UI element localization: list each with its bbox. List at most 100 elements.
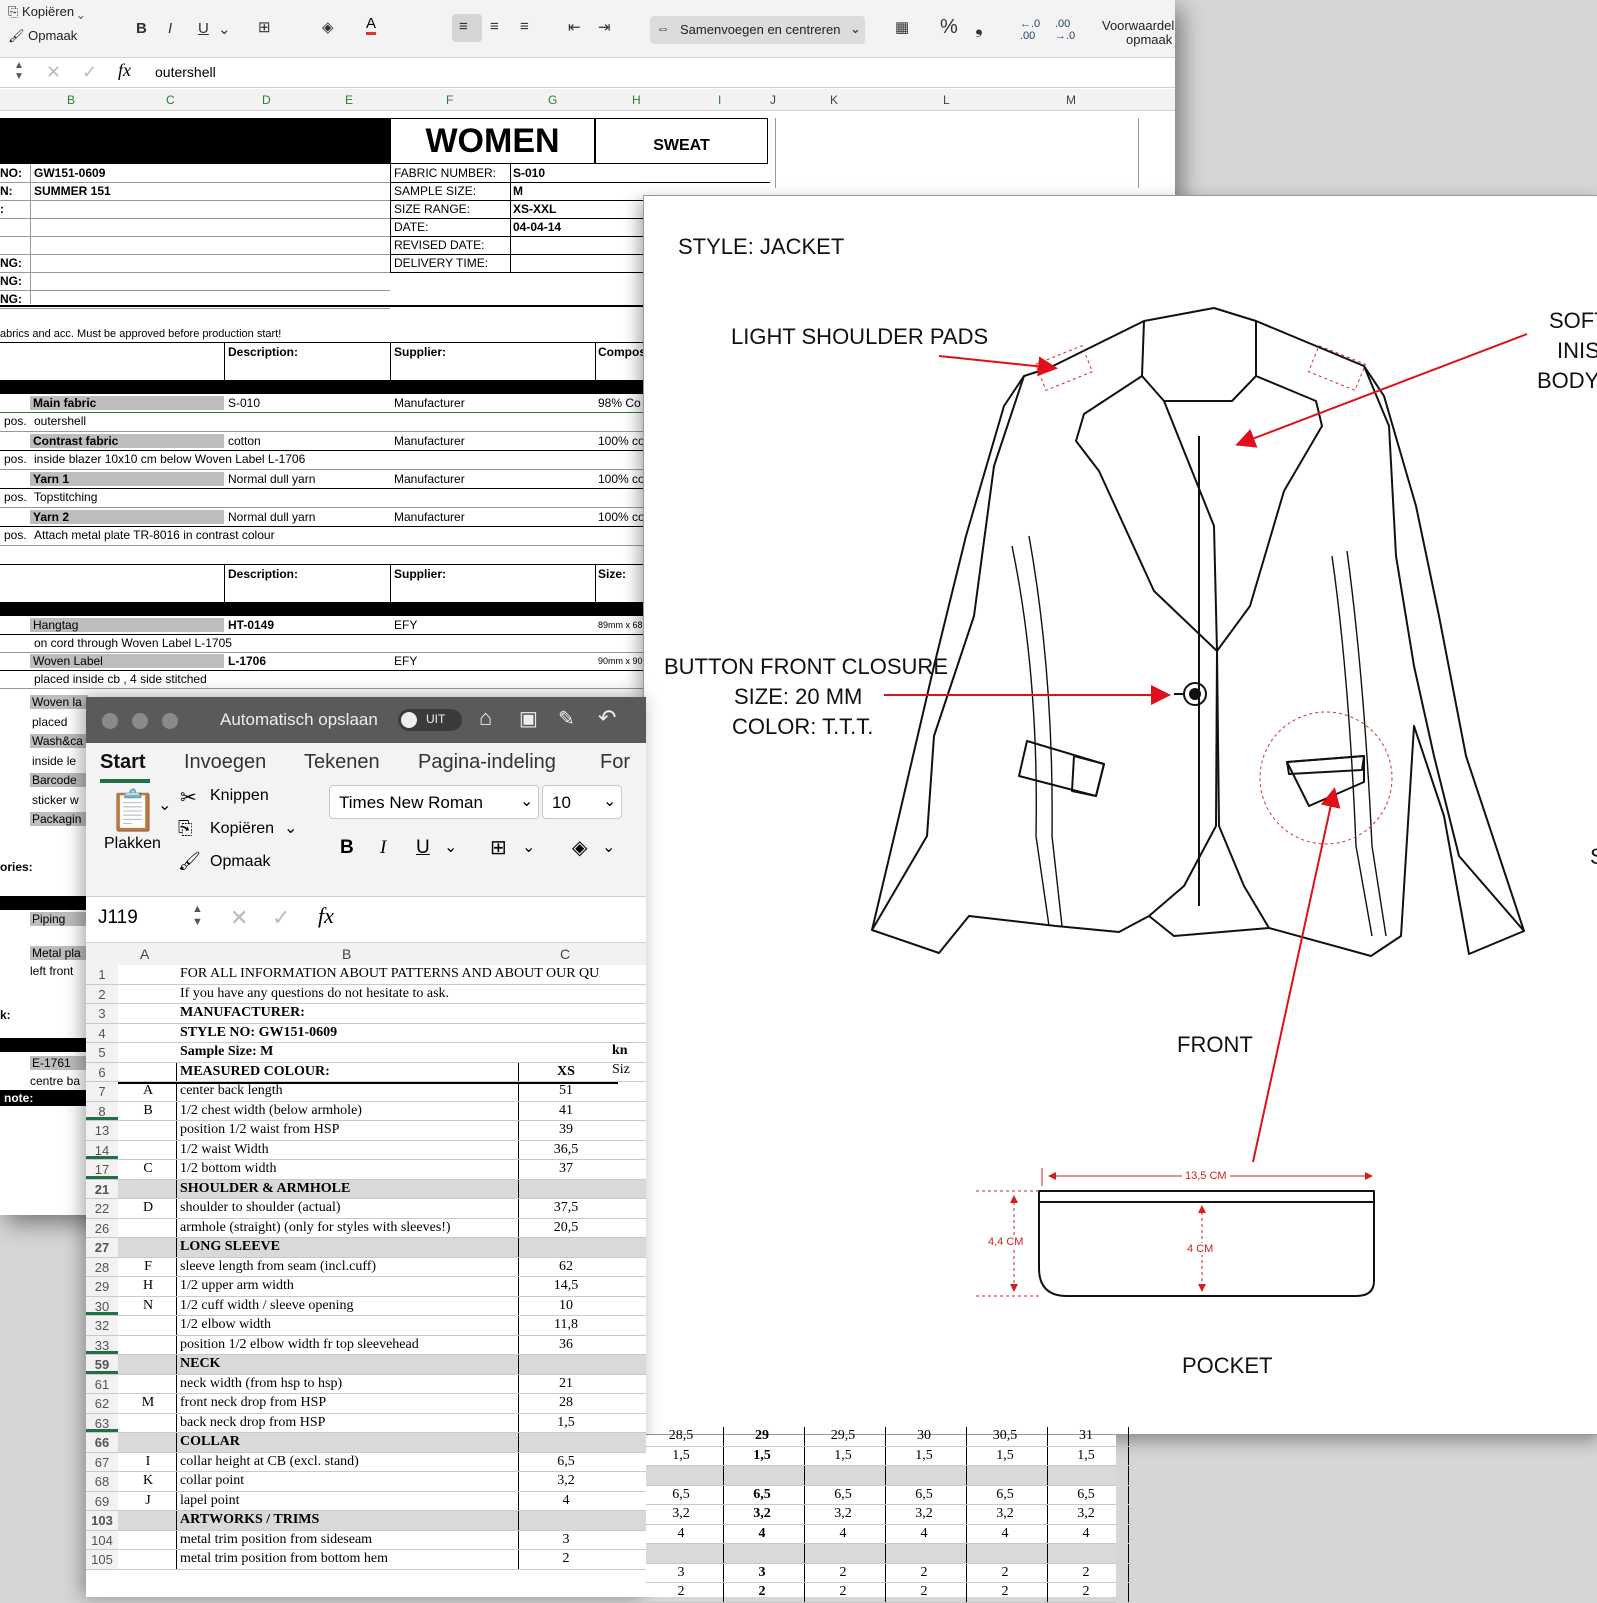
trim-size[interactable]: 90mm x 90 — [598, 656, 643, 666]
trim-supplier[interactable]: EFY — [394, 654, 417, 668]
measure-description[interactable]: Sample Size: M — [180, 1043, 600, 1060]
fabric-description[interactable]: Normal dull yarn — [228, 510, 315, 524]
chevron-down-icon[interactable]: ⌄ — [218, 20, 231, 38]
row-number[interactable]: 30 — [86, 1296, 118, 1315]
column-header[interactable]: K — [830, 93, 838, 107]
size-value[interactable]: 1,5 — [1051, 1448, 1121, 1464]
size-value[interactable]: 2 — [727, 1584, 797, 1600]
measure-code[interactable]: K — [120, 1472, 176, 1489]
size-value[interactable]: 2 — [970, 1584, 1040, 1600]
size-value[interactable]: 4 — [727, 1526, 797, 1542]
size-value[interactable]: 2 — [808, 1565, 878, 1581]
measure-value[interactable]: 20,5 — [522, 1219, 610, 1236]
measure-code[interactable] — [120, 1219, 176, 1220]
row-number[interactable]: 104 — [86, 1530, 118, 1549]
size-value[interactable]: 30 — [889, 1428, 959, 1444]
cancel-icon[interactable]: ✕ — [46, 62, 61, 83]
measure-code[interactable]: M — [120, 1394, 176, 1411]
increase-decimal-icon[interactable]: ←.0.00 — [1020, 18, 1040, 42]
measure-description[interactable]: LONG SLEEVE — [180, 1238, 600, 1255]
measure-value[interactable]: 36 — [522, 1336, 610, 1353]
increase-indent-icon[interactable]: ⇥ — [598, 18, 611, 36]
column-header[interactable]: B — [67, 93, 75, 107]
measure-value[interactable]: 1,5 — [522, 1414, 610, 1431]
save-as-icon[interactable]: ✎ — [558, 706, 575, 731]
row-number[interactable]: 21 — [86, 1179, 118, 1198]
trim-supplier[interactable]: EFY — [394, 618, 417, 632]
autosave-toggle[interactable]: UIT — [398, 709, 462, 731]
info-value[interactable]: 04-04-14 — [513, 220, 561, 234]
size-value[interactable]: 1,5 — [646, 1448, 716, 1464]
minimize-window-button[interactable] — [132, 713, 148, 729]
row-number[interactable]: 66 — [86, 1433, 118, 1452]
fill-color-icon[interactable]: ◈ — [572, 835, 587, 860]
measure-value[interactable]: 3,2 — [522, 1472, 610, 1489]
trim-size[interactable]: 89mm x 68 — [598, 620, 643, 630]
size-value[interactable]: 3 — [727, 1565, 797, 1581]
measure-code[interactable]: F — [120, 1258, 176, 1275]
measure-code[interactable] — [120, 1511, 176, 1512]
measure-value[interactable]: 28 — [522, 1394, 610, 1411]
size-value[interactable]: 2 — [1051, 1565, 1121, 1581]
underline-button[interactable]: U — [416, 837, 430, 859]
fabric-supplier[interactable]: Manufacturer — [394, 396, 465, 410]
fabric-description[interactable]: Normal dull yarn — [228, 472, 315, 486]
italic-button[interactable]: I — [380, 837, 386, 859]
decrease-decimal-icon[interactable]: .00 →.0 — [1055, 18, 1075, 42]
size-value[interactable]: 30,5 — [970, 1428, 1040, 1444]
fabric-composition[interactable]: 100% co — [598, 510, 645, 524]
paste-button[interactable]: Plakken — [104, 835, 161, 853]
maximize-window-button[interactable] — [162, 713, 178, 729]
info-value[interactable]: XS-XXL — [513, 202, 556, 216]
column-header[interactable]: G — [548, 93, 557, 107]
clipboard-icon[interactable]: 📋 — [108, 787, 158, 834]
measure-description[interactable]: COLLAR — [180, 1433, 600, 1450]
chevron-down-icon[interactable]: ⌄ — [158, 795, 171, 815]
column-header[interactable]: I — [718, 93, 721, 107]
font-size-select[interactable]: 10 ⌄ — [542, 785, 622, 819]
underline-button[interactable]: U — [198, 20, 209, 37]
row-number[interactable]: 4 — [86, 1023, 118, 1042]
size-value[interactable]: 2 — [808, 1584, 878, 1600]
font-family-select[interactable]: Times New Roman ⌄ — [329, 785, 539, 819]
info-value[interactable]: SUMMER 151 — [34, 184, 111, 198]
confirm-icon[interactable]: ✓ — [82, 62, 97, 83]
row-number[interactable]: 28 — [86, 1257, 118, 1276]
row-number[interactable]: 59 — [86, 1355, 118, 1374]
measure-code[interactable]: H — [120, 1277, 176, 1294]
row-number[interactable]: 8 — [86, 1101, 118, 1120]
tab-tekenen[interactable]: Tekenen — [304, 751, 380, 774]
size-value[interactable]: 4 — [889, 1526, 959, 1542]
column-header-c[interactable]: C — [560, 946, 570, 962]
chevron-down-icon[interactable]: ⌄ — [444, 837, 457, 857]
measure-description[interactable]: STYLE NO: GW151-0609 — [180, 1024, 600, 1041]
cell-reference[interactable]: J119 — [98, 907, 138, 929]
measure-description[interactable]: If you have any questions do not hesitat… — [180, 985, 600, 1002]
size-value[interactable]: 2 — [1051, 1584, 1121, 1600]
size-value[interactable]: 1,5 — [970, 1448, 1040, 1464]
row-number[interactable]: 1 — [86, 965, 118, 984]
decrease-indent-icon[interactable]: ⇤ — [568, 18, 581, 36]
measure-value[interactable]: 62 — [522, 1258, 610, 1275]
size-value[interactable]: 3,2 — [646, 1506, 716, 1522]
measure-value[interactable]: 4 — [522, 1492, 610, 1509]
cancel-icon[interactable]: ✕ — [230, 905, 248, 931]
measure-value[interactable]: 39 — [522, 1121, 610, 1138]
measure-code[interactable] — [120, 1238, 176, 1239]
tab-formules[interactable]: For — [600, 751, 630, 774]
measure-code[interactable] — [120, 1531, 176, 1532]
home-icon[interactable]: ⌂ — [479, 705, 492, 731]
measure-code[interactable] — [120, 1024, 176, 1025]
column-header[interactable]: H — [632, 93, 641, 107]
measure-description[interactable]: MANUFACTURER: — [180, 1004, 600, 1021]
size-value[interactable]: 6,5 — [808, 1487, 878, 1503]
number-format-icon[interactable]: ▦ — [895, 18, 909, 36]
fabric-composition[interactable]: 100% co — [598, 472, 645, 486]
info-value[interactable]: S-010 — [513, 166, 545, 180]
fabric-supplier[interactable]: Manufacturer — [394, 434, 465, 448]
size-value[interactable]: 1,5 — [727, 1448, 797, 1464]
measure-value[interactable]: 21 — [522, 1375, 610, 1392]
fabric-position[interactable]: Attach metal plate TR-8016 in contrast c… — [34, 528, 275, 542]
align-right-icon[interactable]: ≡ — [520, 18, 529, 35]
size-value[interactable]: 6,5 — [1051, 1487, 1121, 1503]
